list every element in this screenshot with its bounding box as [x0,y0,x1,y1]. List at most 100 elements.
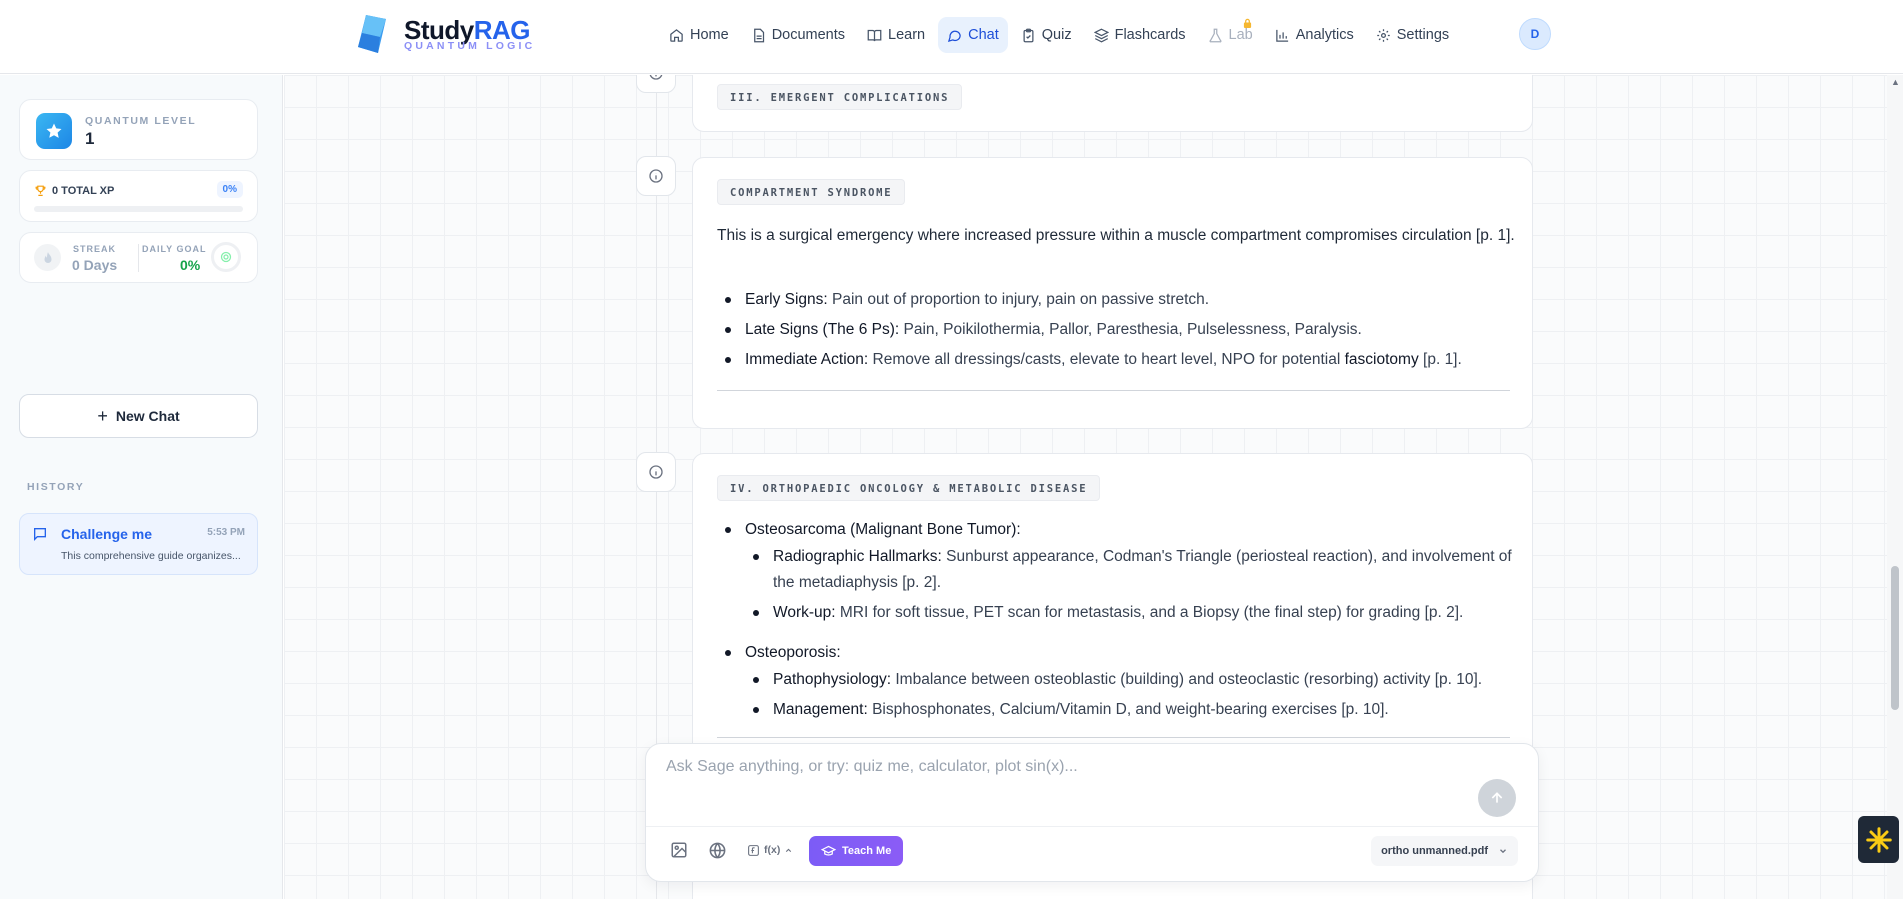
divider [646,826,1538,827]
flask-icon [1209,28,1221,42]
message-card-emergent: III. EMERGENT COMPLICATIONS [692,75,1533,132]
sidebar: QUANTUM LEVEL 1 0 TOTAL XP 0% STREAK 0 D… [0,75,283,899]
scrollbar[interactable]: ▲ [1887,75,1903,899]
nav-flashcards-label: Flashcards [1114,27,1186,43]
sub-list-item: Management: Bisphosphonates, Calcium/Vit… [745,697,1517,723]
chat-composer: f(x) Teach Me ortho unmanned.pdf [645,743,1539,882]
section-tag: III. EMERGENT COMPLICATIONS [717,84,963,110]
list-item: Late Signs (The 6 Ps): Pain, Poikilother… [717,317,1517,343]
message-card-compartment: COMPARTMENT SYNDROME This is a surgical … [692,157,1533,429]
logo-mark-icon [356,13,390,55]
nav-home[interactable]: Home [660,17,738,53]
new-chat-button[interactable]: + New Chat [19,394,258,438]
history-item[interactable]: Challenge me 5:53 PM This comprehensive … [19,513,258,575]
nav-quiz-label: Quiz [1041,27,1072,43]
nav-chat[interactable]: Chat [938,17,1008,53]
user-avatar[interactable]: D [1519,18,1551,50]
quantum-level-card: QUANTUM LEVEL 1 [19,99,258,160]
info-icon [649,169,663,183]
xp-card: 0 TOTAL XP 0% [19,170,258,222]
nav-analytics-label: Analytics [1295,27,1354,43]
teach-me-button[interactable]: Teach Me [809,836,904,866]
sub-list: Pathophysiology: Imbalance between osteo… [745,667,1517,723]
streak-goal-card: STREAK 0 Days DAILY GOAL 0% [19,232,258,283]
function-icon [748,844,759,856]
quantum-level-label: QUANTUM LEVEL [85,115,197,127]
divider [717,737,1510,738]
bullet-list: Early Signs: Pain out of proportion to i… [717,287,1517,373]
book-icon [867,29,882,41]
info-icon [649,75,663,80]
xp-percent-badge: 0% [216,181,243,198]
app-logo[interactable]: StudyRAG QUANTUM LOGIC [356,13,535,55]
section-tag: COMPARTMENT SYNDROME [717,179,906,205]
sub-list-item: Work-up: MRI for soft tissue, PET scan f… [745,600,1517,626]
list-item: Immediate Action: Remove all dressings/c… [717,347,1517,373]
info-button[interactable] [636,452,676,492]
sparkle-icon [1865,826,1892,853]
info-button[interactable] [636,75,676,93]
history-item-time: 5:53 PM [207,527,245,538]
web-search-button[interactable] [708,836,727,864]
quantum-level-value: 1 [85,129,95,148]
top-header: StudyRAG QUANTUM LOGIC Home Documents Le… [0,0,1903,74]
nav-quiz[interactable]: Quiz [1012,17,1081,53]
formula-menu-button[interactable]: f(x) [747,836,793,864]
assistant-widget-button[interactable] [1858,816,1899,863]
chevron-down-icon [1500,849,1506,854]
list-item: Early Signs: Pain out of proportion to i… [717,287,1517,313]
brand-title: StudyRAG [404,14,531,45]
daily-goal-value: 0% [180,257,201,273]
info-button[interactable] [636,156,676,196]
clipboard-icon [1023,28,1034,42]
chat-input[interactable] [666,758,1446,776]
selected-document: ortho unmanned.pdf [1381,845,1488,857]
image-upload-button[interactable] [670,836,688,864]
info-icon [649,465,663,479]
nav-flashcards[interactable]: Flashcards [1085,17,1195,53]
trophy-icon [35,185,46,196]
teach-me-label: Teach Me [842,845,892,857]
nav-documents-label: Documents [771,27,846,43]
nav-analytics[interactable]: Analytics [1266,17,1363,53]
gear-icon [1377,28,1390,42]
streak-label: STREAK [73,244,117,254]
lock-icon [1243,18,1251,28]
flame-icon [34,244,61,271]
history-heading: HISTORY [27,481,85,493]
home-icon [670,28,683,42]
history-item-title: Challenge me [61,526,153,542]
nav-settings[interactable]: Settings [1367,17,1458,53]
xp-progress-bar [34,206,243,212]
nav-learn[interactable]: Learn [858,17,934,53]
streak-value: 0 Days [72,257,118,273]
divider [138,244,139,272]
divider [717,390,1510,391]
sub-list: Radiographic Hallmarks: Sunburst appeara… [745,544,1517,626]
document-selector[interactable]: ortho unmanned.pdf [1371,836,1518,866]
sub-list-item: Radiographic Hallmarks: Sunburst appeara… [745,544,1517,596]
globe-icon [709,842,726,858]
bar-chart-icon [1275,29,1288,42]
scrollbar-thumb[interactable] [1891,566,1899,710]
nav-documents[interactable]: Documents [742,17,854,53]
graduation-cap-icon [821,845,836,856]
nav-chat-label: Chat [968,27,999,43]
daily-goal-label: DAILY GOAL [142,244,207,254]
star-badge-icon [36,113,72,149]
chevron-up-icon [786,848,792,852]
nav-lab[interactable]: Lab [1199,17,1262,53]
send-button[interactable] [1478,779,1516,817]
fx-label: f(x) [764,844,781,856]
chat-icon [948,30,961,42]
nav-learn-label: Learn [888,27,926,43]
arrow-up-icon [1491,792,1503,803]
image-icon [671,842,687,858]
nav-lab-label: Lab [1228,27,1253,43]
section-tag: IV. ORTHOPAEDIC ONCOLOGY & METABOLIC DIS… [717,475,1101,501]
list-item: Osteosarcoma (Malignant Bone Tumor): Rad… [717,517,1517,626]
chat-icon [34,528,46,541]
plus-icon: + [97,406,108,426]
scroll-up-arrow-icon[interactable]: ▲ [1891,77,1900,87]
nav-settings-label: Settings [1396,27,1450,43]
